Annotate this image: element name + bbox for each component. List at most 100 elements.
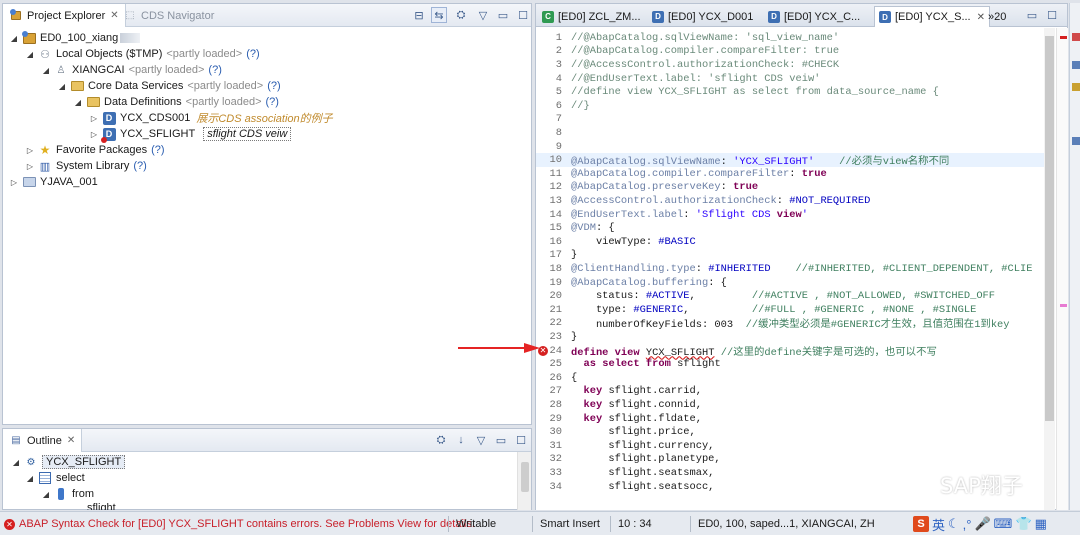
view-menu-icon[interactable]: ▽ — [475, 7, 491, 23]
status-error-message[interactable]: ✕ ABAP Syntax Check for [ED0] YCX_SFLIGH… — [4, 512, 475, 535]
occurrence-marker[interactable] — [1060, 304, 1067, 307]
code-line[interactable]: 7 — [536, 113, 1044, 127]
close-icon[interactable]: ✕ — [67, 435, 75, 446]
code-line[interactable]: 28 key sflight.connid, — [536, 398, 1044, 412]
overview-ruler[interactable] — [1056, 28, 1068, 510]
tree-item-system-library[interactable]: ▷ ▥ System Library (?) — [25, 158, 147, 174]
editor-tab-ycx-sflight[interactable]: D [ED0] YCX_S... ✕ — [874, 6, 990, 27]
minimize-icon[interactable]: ▭ — [1024, 7, 1040, 23]
code-editor[interactable]: 1 //@AbapCatalog.sqlViewName: 'sql_view_n… — [536, 28, 1044, 510]
minimize-icon[interactable]: ▭ — [493, 432, 509, 448]
code-line[interactable]: 32 sflight.planetype, — [536, 453, 1044, 467]
punctuation-icon[interactable]: ,° — [963, 517, 972, 532]
code-line[interactable]: 18 @ClientHandling.type: #INHERITED //#IN… — [536, 262, 1044, 276]
moon-icon[interactable]: ☾ — [948, 516, 960, 532]
editor-scrollbar[interactable] — [1044, 28, 1055, 510]
view-icon[interactable] — [1072, 83, 1080, 91]
tree-item-core-data-services[interactable]: ◢ Core Data Services <partly loaded> (?) — [57, 78, 281, 94]
code-line[interactable]: 8 — [536, 126, 1044, 140]
outline-item-view[interactable]: ◢ ⚙ YCX_SFLIGHT — [11, 454, 126, 470]
code-line[interactable]: 15 @VDM: { — [536, 221, 1044, 235]
view-icon[interactable] — [1072, 137, 1080, 145]
tree-item-data-definitions[interactable]: ◢ Data Definitions <partly loaded> (?) — [73, 94, 279, 110]
tree-item-xiangcai[interactable]: ◢ ♙ XIANGCAI <partly loaded> (?) — [41, 62, 222, 78]
microphone-icon[interactable]: 🎤 — [974, 516, 990, 532]
tree-item-project[interactable]: ◢ ED0_100_xiang — [9, 30, 141, 46]
maximize-icon[interactable]: ☐ — [1044, 7, 1060, 23]
help-link[interactable]: (?) — [246, 48, 259, 60]
help-link[interactable]: (?) — [133, 160, 146, 172]
expanded-icon[interactable]: ◢ — [41, 490, 51, 499]
code-line[interactable]: 12 @AbapCatalog.preserveKey: true — [536, 181, 1044, 195]
expanded-icon[interactable]: ◢ — [25, 50, 35, 59]
code-line[interactable]: 11 @AbapCatalog.compiler.compareFilter: t… — [536, 167, 1044, 181]
outline-scrollbar[interactable] — [517, 452, 531, 510]
error-marker[interactable] — [1060, 36, 1067, 39]
tree-item-favorite-packages[interactable]: ▷ ★ Favorite Packages (?) — [25, 142, 165, 158]
sogou-ime-icon[interactable]: S — [913, 516, 929, 532]
tree-item-ycx-cds001[interactable]: ▷ D YCX_CDS001 展示CDS association的例子 — [89, 110, 333, 126]
code-line[interactable]: 30 sflight.price, — [536, 425, 1044, 439]
code-line[interactable]: 14 @EndUserText.label: 'Sflight CDS view' — [536, 208, 1044, 222]
editor-scroll-thumb[interactable] — [1045, 36, 1054, 421]
outline-item-select[interactable]: ◢ select — [25, 470, 85, 486]
tree-item-local-objects[interactable]: ◢ ⚇ Local Objects ($TMP) <partly loaded>… — [25, 46, 260, 62]
code-line[interactable]: 22 numberOfKeyFields: 003 //缓冲类型必须是#GENE… — [536, 317, 1044, 331]
tree-item-ycx-sflight[interactable]: ▷ D YCX_SFLIGHT sflight CDS veiw — [89, 126, 292, 143]
filter-icon[interactable]: ⛭ — [451, 7, 471, 23]
help-link[interactable]: (?) — [267, 80, 280, 92]
code-line[interactable]: 25 as select from sflight — [536, 357, 1044, 371]
code-line[interactable]: 31 sflight.currency, — [536, 439, 1044, 453]
skin-icon[interactable]: 👕 — [1015, 516, 1031, 532]
filter-icon[interactable]: ⛭ — [433, 432, 449, 448]
code-line[interactable]: 13 @AccessControl.authorizationCheck: #NO… — [536, 194, 1044, 208]
expanded-icon[interactable]: ◢ — [11, 458, 21, 467]
tab-project-explorer[interactable]: Project Explorer ✕ — [3, 4, 126, 27]
collapsed-icon[interactable]: ▷ — [9, 178, 19, 187]
sort-az-icon[interactable]: ↓ — [453, 432, 469, 448]
editor-tab-zcl[interactable]: C [ED0] ZCL_ZM... — [538, 6, 645, 27]
code-line[interactable]: 3 //@AccessControl.authorizationCheck: #C… — [536, 58, 1044, 72]
outline-scroll-thumb[interactable] — [521, 462, 529, 492]
code-line[interactable]: 10 @AbapCatalog.sqlViewName: 'YCX_SFLIGHT… — [536, 153, 1044, 168]
outline-item-from[interactable]: ◢ from — [41, 486, 94, 502]
help-link[interactable]: (?) — [266, 96, 279, 108]
expanded-icon[interactable]: ◢ — [9, 34, 19, 43]
ime-language-icon[interactable]: 英 — [932, 515, 945, 534]
code-line[interactable]: 26 { — [536, 371, 1044, 385]
code-line[interactable]: 6 //} — [536, 99, 1044, 113]
expanded-icon[interactable]: ◢ — [25, 474, 35, 483]
collapsed-icon[interactable]: ▷ — [25, 162, 35, 171]
maximize-icon[interactable]: ☐ — [513, 432, 529, 448]
collapsed-icon[interactable]: ▷ — [25, 146, 35, 155]
code-line[interactable]: 29 key sflight.fldate, — [536, 412, 1044, 426]
view-menu-icon[interactable]: ▽ — [473, 432, 489, 448]
code-line[interactable]: 1 //@AbapCatalog.sqlViewName: 'sql_view_n… — [536, 31, 1044, 45]
help-link[interactable]: (?) — [208, 64, 221, 76]
help-link[interactable]: (?) — [151, 144, 164, 156]
maximize-icon[interactable]: ☐ — [515, 7, 531, 23]
grid-menu-icon[interactable]: ▦ — [1035, 516, 1047, 532]
tab-outline[interactable]: ▤ Outline ✕ — [3, 429, 83, 452]
expanded-icon[interactable]: ◢ — [73, 98, 83, 107]
collapsed-icon[interactable]: ▷ — [89, 114, 99, 123]
collapse-all-icon[interactable]: ⊟ — [411, 7, 427, 23]
expanded-icon[interactable]: ◢ — [41, 66, 51, 75]
editor-tab-overflow[interactable]: »20 — [984, 6, 1010, 27]
code-line[interactable]: 27 key sflight.carrid, — [536, 385, 1044, 399]
link-with-editor-icon[interactable]: ⇆ — [431, 7, 447, 23]
code-line[interactable]: 16 viewType: #BASIC — [536, 235, 1044, 249]
code-line[interactable]: 17} — [536, 249, 1044, 263]
editor-tab-ycx-d001[interactable]: D [ED0] YCX_D001 — [648, 6, 757, 27]
editor-tab-ycx-c[interactable]: D [ED0] YCX_C... — [764, 6, 864, 27]
tree-item-yjava[interactable]: ▷ YJAVA_001 — [9, 174, 98, 190]
code-line[interactable]: 20 status: #ACTIVE, //#ACTIVE , #NOT_ALL… — [536, 289, 1044, 303]
code-line[interactable]: 5 //define view YCX_SFLIGHT as select fro… — [536, 85, 1044, 99]
code-line[interactable]: ✕ 24 define view YCX_SFLIGHT //这里的define关键… — [536, 344, 1044, 359]
problems-icon[interactable] — [1072, 33, 1080, 41]
keyboard-icon[interactable]: ⌨ — [994, 516, 1013, 532]
code-line[interactable]: 19 @AbapCatalog.buffering: { — [536, 276, 1044, 290]
code-line[interactable]: 2 //@AbapCatalog.compiler.compareFilter: … — [536, 45, 1044, 59]
view-icon[interactable] — [1072, 61, 1080, 69]
collapsed-icon[interactable]: ▷ — [89, 130, 99, 139]
